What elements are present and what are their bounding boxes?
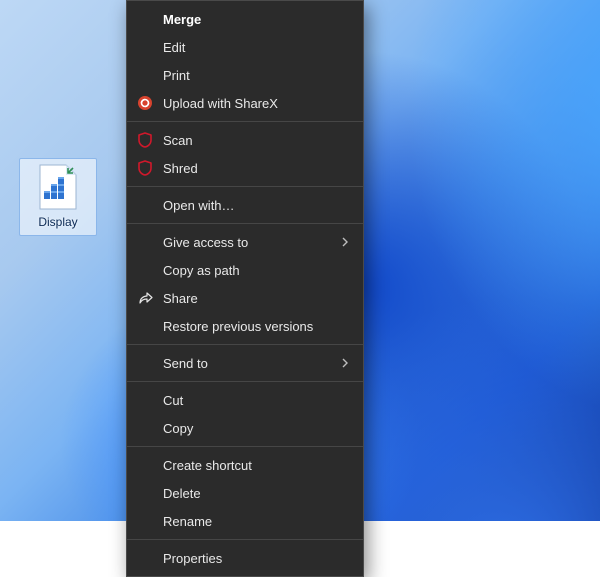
sharex-icon [135,93,155,113]
menu-item-label: Share [163,292,349,305]
mcafee-icon [135,158,155,178]
menu-item-label: Properties [163,552,349,565]
menu-item-delete[interactable]: Delete [127,479,363,507]
no-slot [135,195,155,215]
menu-item-label: Print [163,69,349,82]
no-slot [135,37,155,57]
menu-item-label: Copy as path [163,264,349,277]
registry-file-icon [36,163,80,211]
menu-item-properties[interactable]: Properties [127,544,363,572]
no-slot [135,548,155,568]
menu-item-label: Cut [163,394,349,407]
menu-separator [127,186,363,187]
menu-item-edit[interactable]: Edit [127,33,363,61]
menu-item-upload-sharex[interactable]: Upload with ShareX [127,89,363,117]
menu-item-label: Rename [163,515,349,528]
menu-item-label: Shred [163,162,349,175]
menu-item-shred[interactable]: Shred [127,154,363,182]
no-slot [135,65,155,85]
no-slot [135,511,155,531]
mcafee-icon [135,130,155,150]
menu-separator [127,121,363,122]
no-slot [135,483,155,503]
menu-separator [127,539,363,540]
menu-item-label: Delete [163,487,349,500]
menu-item-send-to[interactable]: Send to [127,349,363,377]
no-slot [135,316,155,336]
menu-separator [127,223,363,224]
no-slot [135,353,155,373]
menu-item-rename[interactable]: Rename [127,507,363,535]
no-slot [135,390,155,410]
share-icon [135,288,155,308]
menu-item-label: Restore previous versions [163,320,349,333]
menu-item-label: Give access to [163,236,341,249]
menu-item-copy[interactable]: Copy [127,414,363,442]
menu-item-label: Merge [163,13,349,26]
menu-item-label: Edit [163,41,349,54]
no-slot [135,9,155,29]
menu-item-label: Copy [163,422,349,435]
menu-item-label: Open with… [163,199,349,212]
chevron-right-icon [341,235,349,250]
no-slot [135,418,155,438]
no-slot [135,232,155,252]
menu-item-scan[interactable]: Scan [127,126,363,154]
menu-separator [127,446,363,447]
menu-item-cut[interactable]: Cut [127,386,363,414]
menu-item-open-with[interactable]: Open with… [127,191,363,219]
no-slot [135,455,155,475]
menu-separator [127,381,363,382]
context-menu: Merge Edit Print Upload with ShareX Scan Shre… [126,0,364,577]
menu-item-print[interactable]: Print [127,61,363,89]
menu-item-merge[interactable]: Merge [127,5,363,33]
menu-item-restore-prev[interactable]: Restore previous versions [127,312,363,340]
desktop-icon-label: Display [38,215,77,229]
menu-item-label: Send to [163,357,341,370]
menu-item-copy-as-path[interactable]: Copy as path [127,256,363,284]
menu-item-give-access[interactable]: Give access to [127,228,363,256]
chevron-right-icon [341,356,349,371]
menu-item-share[interactable]: Share [127,284,363,312]
desktop-icon-display[interactable]: Display [20,158,96,236]
menu-item-label: Upload with ShareX [163,97,349,110]
desktop-icon-selection: Display [19,158,97,236]
menu-item-create-shortcut[interactable]: Create shortcut [127,451,363,479]
menu-item-label: Scan [163,134,349,147]
no-slot [135,260,155,280]
menu-separator [127,344,363,345]
menu-item-label: Create shortcut [163,459,349,472]
